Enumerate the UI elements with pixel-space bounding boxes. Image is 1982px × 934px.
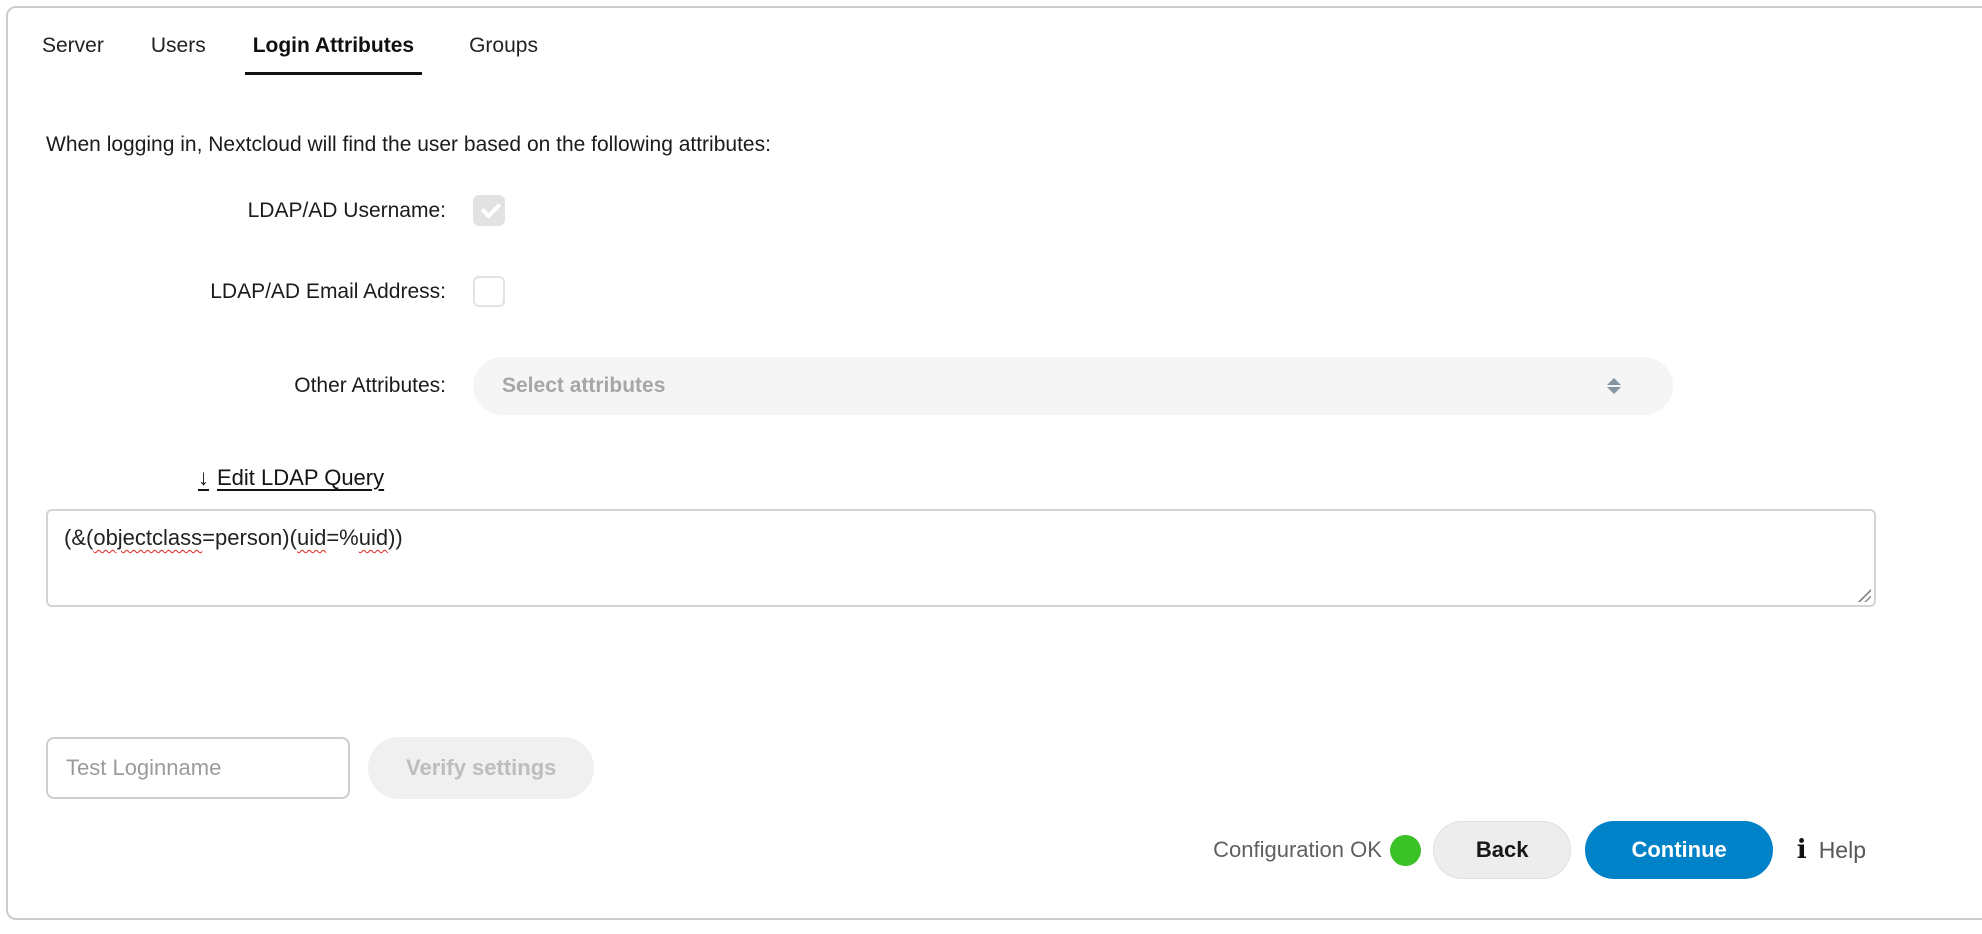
test-loginname-input[interactable]: [46, 737, 350, 799]
tab-login-attributes[interactable]: Login Attributes: [245, 34, 422, 75]
continue-button[interactable]: Continue: [1585, 821, 1772, 879]
username-label: LDAP/AD Username:: [46, 199, 446, 223]
help-link[interactable]: i Help: [1797, 835, 1866, 865]
wizard-footer: Configuration OK Back Continue i Help: [46, 821, 1982, 879]
help-label: Help: [1819, 837, 1866, 864]
tab-server[interactable]: Server: [42, 34, 104, 72]
query-text: (&(: [64, 525, 93, 550]
edit-ldap-query-link[interactable]: ↓ Edit LDAP Query: [198, 465, 384, 491]
query-text: uid: [297, 525, 326, 550]
arrow-down-icon: ↓: [198, 465, 209, 490]
status-ok-dot-icon: [1390, 835, 1421, 866]
login-attributes-form: LDAP/AD Username: LDAP/AD Email Address:…: [46, 195, 1982, 879]
email-row: LDAP/AD Email Address:: [46, 276, 1982, 307]
tab-groups[interactable]: Groups: [469, 34, 538, 72]
query-text: )): [388, 525, 403, 550]
other-attributes-row: Other Attributes: Select attributes: [46, 357, 1982, 415]
tab-users[interactable]: Users: [151, 34, 206, 72]
attributes-select[interactable]: Select attributes: [473, 357, 1673, 415]
attributes-select-placeholder: Select attributes: [502, 374, 665, 398]
email-checkbox[interactable]: [473, 276, 505, 307]
query-text: =person)(: [202, 525, 297, 550]
query-text: =%: [326, 525, 358, 550]
username-checkbox: [473, 195, 505, 226]
username-row: LDAP/AD Username:: [46, 195, 1982, 226]
ldap-wizard-panel: Server Users Login Attributes Groups Whe…: [6, 6, 1982, 920]
back-button[interactable]: Back: [1433, 821, 1572, 879]
configuration-status-label: Configuration OK: [1213, 837, 1382, 863]
ldap-query-textarea[interactable]: (&(objectclass=person)(uid=%uid)): [46, 509, 1876, 607]
edit-ldap-query-label: Edit LDAP Query: [217, 465, 384, 490]
verify-settings-button: Verify settings: [368, 737, 594, 799]
tab-content: When logging in, Nextcloud will find the…: [8, 133, 1982, 879]
test-login-row: Verify settings: [46, 737, 1982, 799]
email-label: LDAP/AD Email Address:: [46, 280, 446, 304]
query-text: objectclass: [93, 525, 202, 550]
tab-bar: Server Users Login Attributes Groups: [8, 8, 1982, 75]
resize-handle-icon[interactable]: [1856, 587, 1871, 602]
info-icon: i: [1797, 835, 1807, 865]
query-text: uid: [359, 525, 388, 550]
description-text: When logging in, Nextcloud will find the…: [46, 133, 1982, 157]
chevron-updown-icon: [1607, 378, 1621, 394]
other-attributes-label: Other Attributes:: [46, 374, 446, 398]
